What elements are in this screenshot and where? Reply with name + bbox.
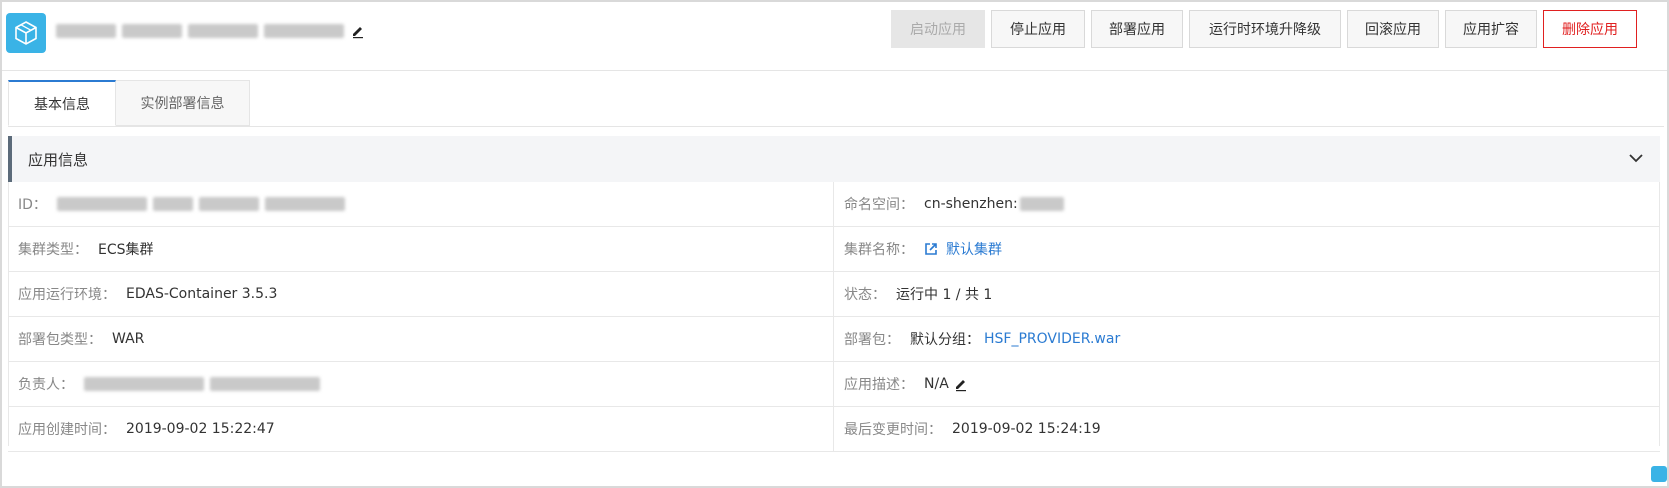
- created-time-label: 应用创建时间：: [18, 422, 116, 438]
- status-value: 运行中 1 / 共 1: [896, 287, 993, 303]
- runtime-cell: 应用运行环境： EDAS-Container 3.5.3: [8, 272, 834, 316]
- status-cell: 状态： 运行中 1 / 共 1: [834, 272, 1660, 316]
- stop-app-button[interactable]: 停止应用: [991, 10, 1085, 48]
- owner-cell: 负责人：: [8, 362, 834, 406]
- created-time-cell: 应用创建时间： 2019-09-02 15:22:47: [8, 407, 834, 451]
- info-row: 负责人： 应用描述： N/A: [8, 362, 1660, 407]
- namespace-cell: 命名空间： cn-shenzhen:: [834, 182, 1660, 226]
- section-header[interactable]: 应用信息: [8, 136, 1660, 182]
- chat-icon[interactable]: [1651, 466, 1667, 482]
- id-cell: ID：: [8, 182, 834, 226]
- description-value: N/A: [924, 376, 949, 392]
- pencil-icon[interactable]: [350, 23, 366, 39]
- cluster-name-cell: 集群名称： 默认集群: [834, 227, 1660, 271]
- action-toolbar: 启动应用 停止应用 部署应用 运行时环境升降级 回滚应用 应用扩容 删除应用: [885, 10, 1637, 48]
- description-label: 应用描述：: [844, 377, 914, 393]
- namespace-label: 命名空间：: [844, 197, 914, 213]
- info-row: 部署包类型： WAR 部署包： 默认分组： HSF_PROVIDER.war: [8, 317, 1660, 362]
- namespace-value: cn-shenzhen:: [924, 196, 1018, 212]
- start-app-button[interactable]: 启动应用: [891, 10, 985, 48]
- scale-out-button[interactable]: 应用扩容: [1445, 10, 1537, 48]
- status-label: 状态：: [844, 287, 886, 303]
- owner-value-redacted: [84, 377, 204, 391]
- modified-time-cell: 最后变更时间： 2019-09-02 15:24:19: [834, 407, 1660, 451]
- tab-instance-deploy-info[interactable]: 实例部署信息: [116, 80, 250, 126]
- tab-divider: [8, 126, 1664, 127]
- package-cell: 部署包： 默认分组： HSF_PROVIDER.war: [834, 317, 1660, 361]
- modified-time-value: 2019-09-02 15:24:19: [952, 421, 1101, 437]
- rollback-app-button[interactable]: 回滚应用: [1347, 10, 1439, 48]
- cluster-type-label: 集群类型：: [18, 242, 88, 258]
- package-type-value: WAR: [112, 331, 145, 347]
- info-row: 应用创建时间： 2019-09-02 15:22:47 最后变更时间： 2019…: [8, 407, 1660, 452]
- info-grid: ID： 命名空间： cn-shenzhen: 集群类型： ECS集群 集群名称：…: [8, 182, 1660, 452]
- cluster-type-value: ECS集群: [98, 242, 154, 258]
- created-time-value: 2019-09-02 15:22:47: [126, 421, 275, 437]
- delete-app-button[interactable]: 删除应用: [1543, 10, 1637, 48]
- id-value-redacted: [56, 197, 147, 211]
- owner-label: 负责人：: [18, 377, 74, 393]
- app-header: 启动应用 停止应用 部署应用 运行时环境升降级 回滚应用 应用扩容 删除应用: [2, 2, 1667, 71]
- package-group: 默认分组：: [910, 332, 980, 348]
- package-label: 部署包：: [844, 332, 900, 348]
- info-row: 集群类型： ECS集群 集群名称： 默认集群: [8, 227, 1660, 272]
- description-cell: 应用描述： N/A: [834, 362, 1660, 406]
- section-title: 应用信息: [28, 150, 89, 169]
- runtime-label: 应用运行环境：: [18, 287, 116, 303]
- runtime-value: EDAS-Container 3.5.3: [126, 286, 278, 302]
- modified-time-label: 最后变更时间：: [844, 422, 942, 438]
- pencil-icon[interactable]: [953, 376, 969, 392]
- info-row: 应用运行环境： EDAS-Container 3.5.3 状态： 运行中 1 /…: [8, 272, 1660, 317]
- chevron-down-icon[interactable]: [1628, 150, 1644, 170]
- runtime-upgrade-button[interactable]: 运行时环境升降级: [1189, 10, 1341, 48]
- package-type-label: 部署包类型：: [18, 332, 102, 348]
- package-type-cell: 部署包类型： WAR: [8, 317, 834, 361]
- cluster-name-link[interactable]: 默认集群: [946, 239, 1002, 259]
- info-row: ID： 命名空间： cn-shenzhen:: [8, 182, 1660, 227]
- cluster-type-cell: 集群类型： ECS集群: [8, 227, 834, 271]
- tab-bar: 基本信息 实例部署信息: [8, 80, 250, 126]
- cluster-name-label: 集群名称：: [844, 242, 914, 258]
- id-label: ID：: [18, 197, 47, 213]
- deploy-app-button[interactable]: 部署应用: [1091, 10, 1183, 48]
- app-name: [56, 20, 366, 42]
- external-link-icon[interactable]: [924, 242, 938, 256]
- tab-basic-info[interactable]: 基本信息: [8, 80, 116, 126]
- cube-icon: [6, 13, 46, 53]
- package-link[interactable]: HSF_PROVIDER.war: [984, 331, 1120, 347]
